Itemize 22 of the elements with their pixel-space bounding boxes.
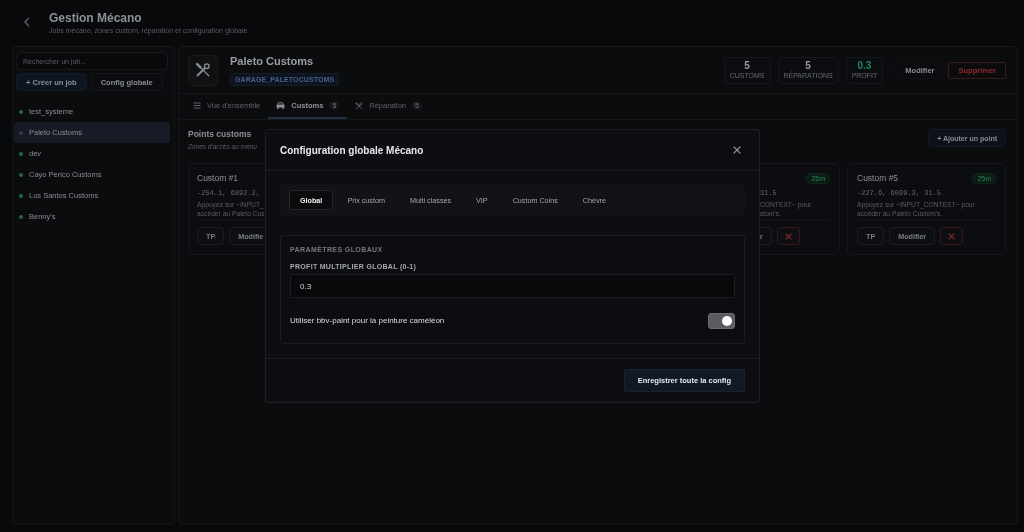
input-field[interactable]: 0.3: [290, 274, 735, 298]
tools-icon: [188, 54, 218, 86]
list-icon: [193, 102, 201, 109]
cross-icon: [948, 232, 956, 240]
back-chevron-icon[interactable]: [24, 17, 30, 27]
stat-value: 5: [804, 59, 812, 71]
job-title: Paleto Customs: [230, 54, 315, 68]
toggle-switch[interactable]: [708, 312, 735, 329]
cross-icon: [784, 232, 792, 240]
stat-value: 5: [743, 59, 751, 71]
delete-button[interactable]: [940, 227, 964, 245]
delete-button[interactable]: [776, 227, 800, 245]
card-title: Custom #1: [197, 173, 239, 183]
close-icon[interactable]: [733, 146, 741, 154]
dialog-title: Configuration globale Mécano: [280, 144, 424, 156]
tools-icon: [355, 101, 364, 110]
section-title: Points customs: [188, 129, 253, 139]
stat-value: 0.3: [856, 59, 873, 71]
page-title: Gestion Mécano: [49, 11, 143, 25]
card-title: Custom #5: [857, 173, 899, 183]
toggle-label: Utiliser bbv-paint pour la peinture caméléon: [290, 316, 445, 325]
car-icon: [276, 102, 286, 109]
